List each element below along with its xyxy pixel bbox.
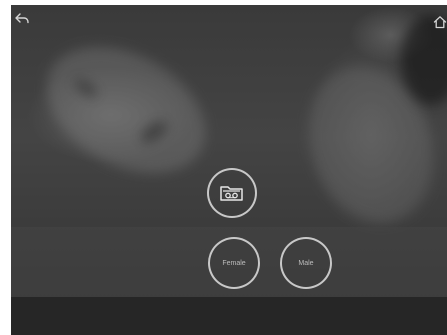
background-photo-shoulder	[287, 49, 447, 241]
cassette-button[interactable]	[207, 168, 257, 218]
cassette-icon	[220, 186, 243, 201]
female-label: Female	[222, 259, 246, 267]
home-icon	[433, 16, 447, 29]
background-photo-eye	[72, 76, 100, 100]
background-photo-face	[25, 21, 227, 199]
home-button[interactable]	[431, 12, 447, 32]
background-photo-lips	[137, 117, 171, 147]
back-button[interactable]	[11, 8, 33, 30]
female-button[interactable]: Female	[208, 237, 260, 289]
bottom-bar	[11, 297, 447, 335]
app-screen: Female Male	[11, 5, 447, 335]
male-button[interactable]: Male	[280, 237, 332, 289]
male-label: Male	[298, 259, 314, 267]
back-arrow-icon	[15, 13, 29, 24]
